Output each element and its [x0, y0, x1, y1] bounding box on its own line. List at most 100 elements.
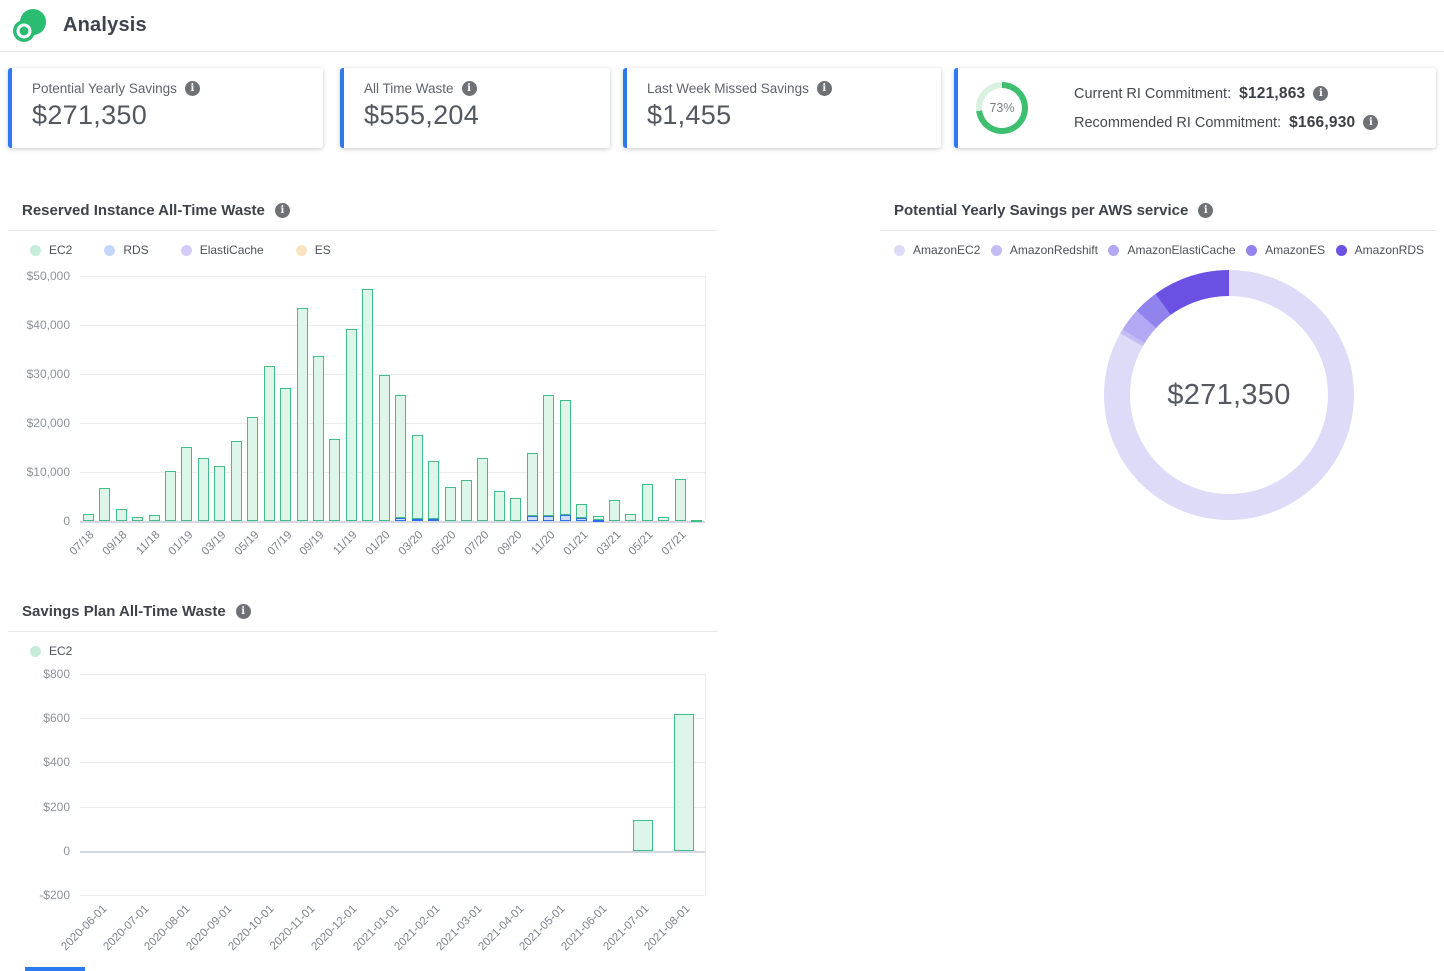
- legend-item-elasticache[interactable]: ElastiCache: [181, 243, 264, 257]
- row-value: $121,863: [1239, 85, 1305, 103]
- legend-dot: [296, 245, 307, 256]
- bar-segment[interactable]: [674, 714, 694, 851]
- legend-item-amazonredshift[interactable]: AmazonRedshift: [991, 243, 1098, 257]
- info-icon[interactable]: [1313, 86, 1328, 101]
- legend-item-ec2[interactable]: EC2: [30, 243, 72, 257]
- bar-segment[interactable]: [510, 498, 521, 521]
- gridline: [80, 718, 705, 719]
- bar-segment[interactable]: [231, 441, 242, 521]
- bar-segment[interactable]: [675, 479, 686, 521]
- bar-segment[interactable]: [633, 820, 653, 851]
- legend-item-amazonelasticache[interactable]: AmazonElastiCache: [1108, 243, 1235, 257]
- legend-dot: [1246, 245, 1257, 256]
- bar-segment[interactable]: [527, 453, 538, 516]
- bar-segment[interactable]: [132, 517, 143, 521]
- bar-segment[interactable]: [395, 518, 406, 521]
- chart-legend: EC2: [8, 632, 718, 660]
- bar-segment[interactable]: [149, 515, 160, 521]
- legend-item-es[interactable]: ES: [296, 243, 331, 257]
- legend-item-amazonec2[interactable]: AmazonEC2: [894, 243, 980, 257]
- x-tick-label: 11/20: [492, 529, 557, 594]
- legend-label: RDS: [123, 243, 148, 257]
- x-tick-label: 07/21: [624, 529, 689, 594]
- y-tick-label: $20,000: [0, 416, 70, 430]
- bar-segment[interactable]: [181, 447, 192, 521]
- gridline: [80, 325, 705, 326]
- bar-segment[interactable]: [543, 395, 554, 516]
- bar-segment[interactable]: [198, 458, 209, 521]
- bar-segment[interactable]: [642, 484, 653, 521]
- legend-dot: [894, 245, 905, 256]
- bar-segment[interactable]: [412, 519, 423, 521]
- bar-segment[interactable]: [297, 308, 308, 521]
- y-tick-label: $600: [0, 711, 70, 725]
- bar-segment[interactable]: [165, 471, 176, 521]
- bottom-accent-strip: [25, 967, 85, 971]
- bar-segment[interactable]: [428, 519, 439, 521]
- bar-segment[interactable]: [477, 458, 488, 521]
- bar-segment[interactable]: [247, 417, 258, 521]
- info-icon[interactable]: [236, 604, 251, 619]
- bar-segment[interactable]: [461, 480, 472, 521]
- panel-title: Reserved Instance All-Time Waste: [22, 202, 265, 219]
- legend-item-rds[interactable]: RDS: [104, 243, 148, 257]
- y-tick-label: $40,000: [0, 318, 70, 332]
- bar-segment[interactable]: [280, 388, 291, 521]
- bar-segment[interactable]: [576, 518, 587, 521]
- bar-segment[interactable]: [494, 491, 505, 521]
- row-label: Recommended RI Commitment:: [1074, 115, 1281, 131]
- legend-item-amazones[interactable]: AmazonES: [1246, 243, 1325, 257]
- gridline: [80, 521, 705, 523]
- bar-segment[interactable]: [593, 516, 604, 519]
- bar-segment[interactable]: [264, 366, 275, 521]
- bar-segment[interactable]: [346, 329, 357, 521]
- bar-segment[interactable]: [313, 356, 324, 521]
- legend-dot: [1336, 245, 1347, 256]
- bar-segment[interactable]: [445, 487, 456, 521]
- ri-coverage-gauge: 73%: [976, 82, 1028, 134]
- bar-segment[interactable]: [379, 375, 390, 521]
- bar-segment[interactable]: [691, 520, 702, 522]
- savings-donut-chart[interactable]: $271,350: [1104, 270, 1354, 520]
- info-icon[interactable]: [1198, 203, 1213, 218]
- y-tick-label: $800: [0, 667, 70, 681]
- info-icon[interactable]: [185, 81, 200, 96]
- bar-segment[interactable]: [560, 400, 571, 514]
- y-tick-label: -$200: [0, 888, 70, 902]
- current-ri-commitment-row: Current RI Commitment: $121,863: [1074, 85, 1378, 103]
- bar-segment[interactable]: [593, 520, 604, 522]
- y-tick-label: $400: [0, 755, 70, 769]
- bar-segment[interactable]: [658, 517, 669, 521]
- gridline: [80, 374, 705, 375]
- info-icon[interactable]: [1363, 115, 1378, 130]
- bar-segment[interactable]: [560, 515, 571, 521]
- bar-segment[interactable]: [214, 466, 225, 521]
- bar-segment[interactable]: [609, 500, 620, 521]
- legend-item-amazonrds[interactable]: AmazonRDS: [1336, 243, 1424, 257]
- legend-dot: [181, 245, 192, 256]
- chart-legend: EC2 RDS ElastiCache ES: [8, 231, 718, 259]
- app-logo-icon: [10, 7, 48, 45]
- bar-segment[interactable]: [428, 461, 439, 519]
- info-icon[interactable]: [817, 81, 832, 96]
- bar-segment[interactable]: [329, 439, 340, 521]
- y-tick-label: 0: [0, 844, 70, 858]
- bar-segment[interactable]: [543, 516, 554, 521]
- sp-waste-bar-chart: $800$600$400$2000-$2002020-06-012020-07-…: [80, 674, 706, 895]
- info-icon[interactable]: [275, 203, 290, 218]
- bar-segment[interactable]: [625, 514, 636, 521]
- info-icon[interactable]: [462, 81, 477, 96]
- bar-segment[interactable]: [99, 488, 110, 521]
- bar-segment[interactable]: [576, 504, 587, 517]
- legend-label: AmazonES: [1265, 243, 1325, 257]
- bar-segment[interactable]: [83, 514, 94, 521]
- gridline: [80, 851, 705, 853]
- bar-segment[interactable]: [527, 516, 538, 521]
- legend-label: AmazonRedshift: [1010, 243, 1098, 257]
- card-label: Potential Yearly Savings: [32, 81, 177, 96]
- bar-segment[interactable]: [116, 509, 127, 521]
- bar-segment[interactable]: [362, 289, 373, 521]
- legend-item-ec2[interactable]: EC2: [30, 644, 72, 658]
- bar-segment[interactable]: [412, 435, 423, 519]
- bar-segment[interactable]: [395, 395, 406, 518]
